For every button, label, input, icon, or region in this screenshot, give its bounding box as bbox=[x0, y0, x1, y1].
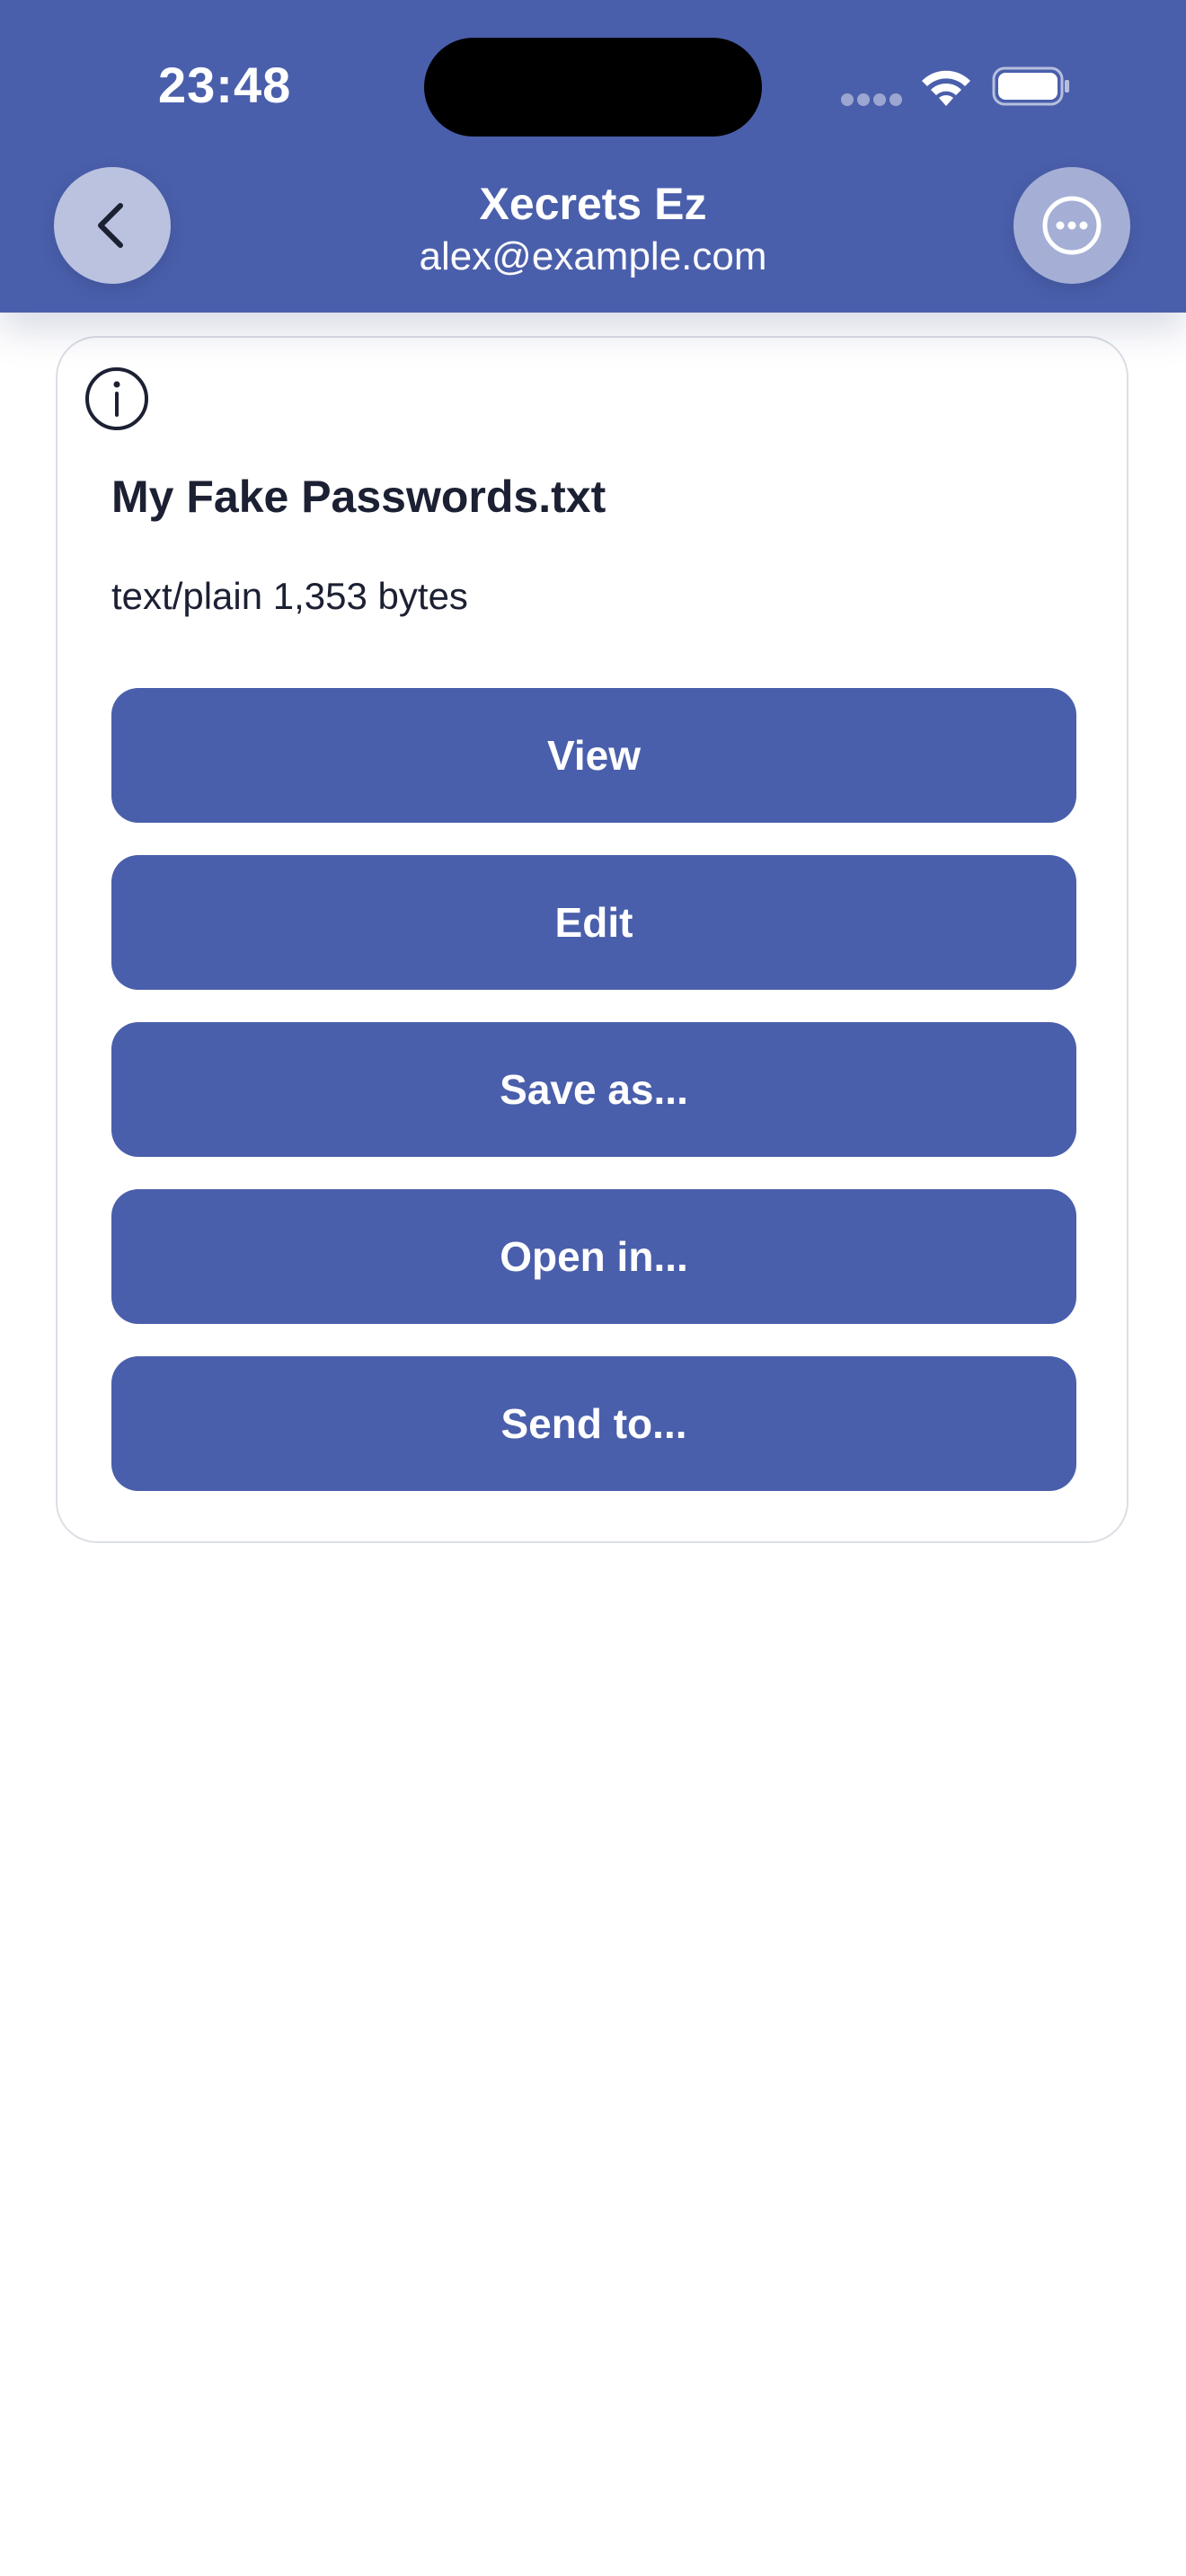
wifi-icon bbox=[922, 70, 970, 106]
back-button[interactable] bbox=[54, 167, 171, 284]
app-title: Xecrets Ez bbox=[479, 179, 707, 229]
file-name: My Fake Passwords.txt bbox=[111, 472, 606, 522]
edit-button[interactable]: Edit bbox=[111, 855, 1076, 990]
more-options-button[interactable] bbox=[1013, 167, 1130, 284]
status-time: 23:48 bbox=[158, 57, 292, 113]
open-in-button[interactable]: Open in... bbox=[111, 1189, 1076, 1324]
info-circle-icon[interactable] bbox=[83, 365, 151, 433]
save-as-button[interactable]: Save as... bbox=[111, 1022, 1076, 1157]
header-title-block: Xecrets Ez alex@example.com bbox=[234, 176, 952, 282]
dynamic-island bbox=[424, 38, 762, 137]
file-meta: text/plain 1,353 bytes bbox=[111, 575, 468, 617]
ellipsis-circle-icon bbox=[1042, 196, 1102, 255]
battery-icon bbox=[992, 66, 1069, 106]
account-email: alex@example.com bbox=[419, 234, 767, 278]
cellular-signal-icon bbox=[841, 93, 902, 106]
file-details-card: My Fake Passwords.txt text/plain 1,353 b… bbox=[56, 336, 1128, 1543]
chevron-left-icon bbox=[98, 203, 123, 248]
view-button[interactable]: View bbox=[111, 688, 1076, 823]
send-to-button[interactable]: Send to... bbox=[111, 1356, 1076, 1491]
app-header: 23:48 Xecrets Ez alex@example.com bbox=[0, 0, 1186, 313]
